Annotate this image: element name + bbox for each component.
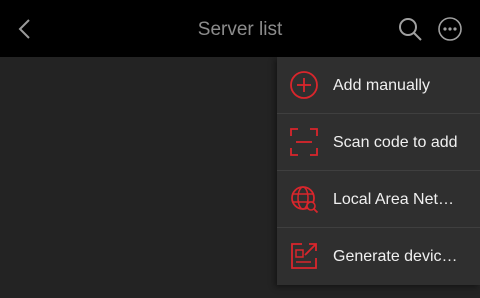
qr-export-icon: [291, 243, 317, 269]
menu-item-label: Add manually: [333, 77, 430, 94]
more-horizontal-icon: [438, 17, 462, 41]
back-button[interactable]: [10, 13, 40, 45]
search-button[interactable]: [396, 15, 424, 43]
globe-search-icon: [291, 186, 319, 214]
menu-item-generate-device-qr[interactable]: Generate device QR code: [277, 228, 480, 285]
chevron-left-icon: [18, 19, 30, 39]
menu-item-local-area-network[interactable]: Local Area Network: [277, 171, 480, 228]
add-circle-icon: [290, 71, 318, 99]
menu-item-add-manually[interactable]: Add manually: [277, 57, 480, 114]
more-button[interactable]: [436, 15, 464, 43]
add-device-menu: Add manually Scan code to add Local Area…: [277, 57, 480, 285]
menu-item-label: Local Area Network: [333, 191, 463, 208]
search-icon: [399, 18, 422, 41]
menu-item-label: Scan code to add: [333, 134, 458, 151]
menu-item-scan-code[interactable]: Scan code to add: [277, 114, 480, 171]
top-bar: Server list: [0, 0, 480, 57]
scan-code-icon: [290, 128, 318, 156]
menu-item-label: Generate device QR code: [333, 248, 463, 265]
